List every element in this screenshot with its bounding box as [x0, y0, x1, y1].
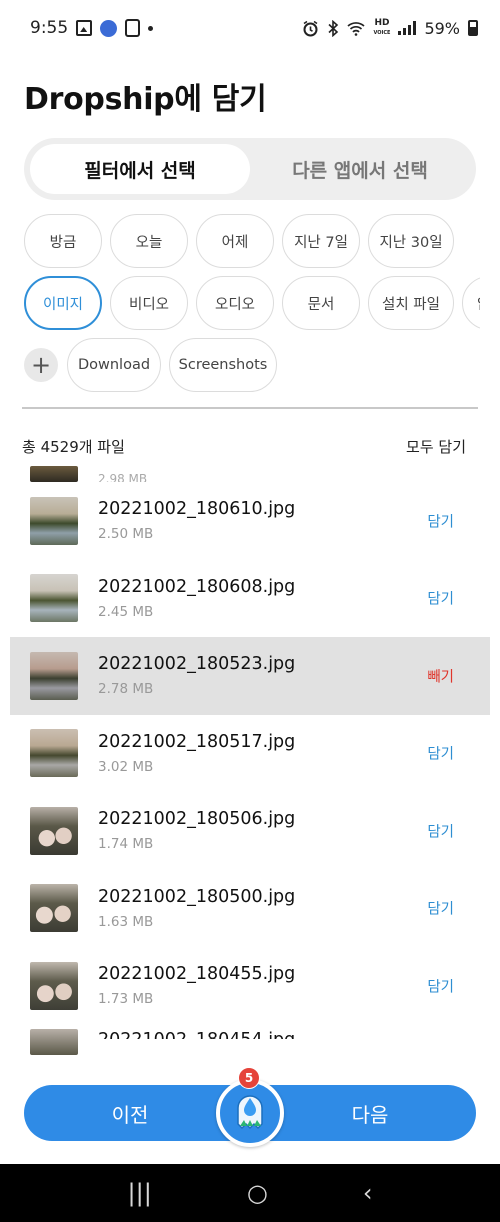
list-item[interactable]: 20221002_180610.jpg 2.50 MB 담기: [10, 482, 490, 560]
next-button[interactable]: 다음: [290, 1085, 450, 1141]
battery-percent: 59%: [424, 18, 460, 38]
thumbnail: [30, 806, 78, 855]
file-size: 1.63 MB: [98, 913, 154, 930]
chip-just-now[interactable]: 방금: [24, 214, 102, 268]
list-item-selected[interactable]: 20221002_180523.jpg 2.78 MB 빼기: [10, 637, 490, 715]
list-item[interactable]: 20221002_180506.jpg 1.74 MB 담기: [10, 792, 490, 870]
thumbnail: [30, 466, 78, 482]
back-icon[interactable]: ‹: [363, 1179, 373, 1207]
file-size: 2.78 MB: [98, 681, 154, 698]
chip-document[interactable]: 문서: [282, 276, 360, 330]
file-size: 2.45 MB: [98, 603, 154, 620]
file-count-summary: 총 4529개 파일: [22, 438, 125, 456]
add-button[interactable]: 담기: [427, 820, 454, 841]
basket-button[interactable]: [216, 1079, 284, 1147]
bluetooth-icon: [328, 19, 339, 37]
file-size: 1.73 MB: [98, 991, 154, 1008]
system-navigation-bar: ||| ○ ‹: [0, 1164, 500, 1222]
app-notification-icon: [100, 19, 118, 37]
file-name: 20221002_180610.jpg: [98, 499, 296, 520]
add-button[interactable]: 담기: [427, 743, 454, 764]
list-item[interactable]: 20221002_180608.jpg 2.45 MB 담기: [10, 560, 490, 638]
thumbnail: [30, 651, 78, 700]
thumbnail: [30, 884, 78, 933]
list-item[interactable]: 20221002_180500.jpg 1.63 MB 담기: [10, 870, 490, 948]
type-filter-row: 이미지 비디오 오디오 문서 설치 파일 압: [24, 276, 480, 330]
signal-icon: [398, 21, 417, 35]
home-icon[interactable]: ○: [247, 1179, 268, 1207]
thumbnail: [30, 729, 78, 778]
tab-filter-select[interactable]: 필터에서 선택: [30, 144, 250, 194]
chip-audio[interactable]: 오디오: [196, 276, 274, 330]
list-item[interactable]: 20221002_180455.jpg 1.73 MB 담기: [10, 947, 490, 1025]
thumbnail: [30, 961, 78, 1010]
source-segmented-control: 필터에서 선택 다른 앱에서 선택: [24, 138, 476, 200]
prev-button[interactable]: 이전: [50, 1085, 210, 1141]
file-name: 20221002_180517.jpg: [98, 731, 296, 752]
file-name: 20221002_180506.jpg: [98, 809, 296, 830]
recents-icon[interactable]: |||: [128, 1179, 152, 1207]
basket-count-badge: 5: [238, 1067, 260, 1089]
file-size: 1.74 MB: [98, 836, 154, 853]
voice-label: VOICE: [373, 29, 391, 36]
page-title: Dropship에 담기: [24, 82, 267, 117]
list-item-partial-top[interactable]: 2.98 MB: [10, 466, 490, 482]
thumbnail: [30, 496, 78, 545]
chip-archive[interactable]: 압: [462, 276, 480, 330]
chip-screenshots[interactable]: Screenshots: [169, 338, 277, 392]
more-notifications-dot-icon: [148, 25, 154, 31]
tab-other-app-select[interactable]: 다른 앱에서 선택: [250, 144, 470, 194]
clipboard-notification-icon: [125, 19, 141, 37]
chip-image[interactable]: 이미지: [24, 276, 102, 330]
chip-yesterday[interactable]: 어제: [196, 214, 274, 268]
chip-video[interactable]: 비디오: [110, 276, 188, 330]
folder-filter-row: + Download Screenshots: [24, 338, 277, 392]
alarm-icon: [303, 20, 318, 36]
file-name: 20221002_180500.jpg: [98, 886, 296, 907]
chip-last-7-days[interactable]: 지난 7일: [282, 214, 360, 268]
chip-download[interactable]: Download: [67, 338, 161, 392]
divider: [22, 407, 478, 409]
chip-last-30-days[interactable]: 지난 30일: [368, 214, 454, 268]
chip-install-file[interactable]: 설치 파일: [368, 276, 454, 330]
status-time: 9:55: [30, 18, 69, 38]
time-filter-row: 방금 오늘 어제 지난 7일 지난 30일: [24, 214, 454, 268]
hd-voice-icon: HD VOICE: [373, 17, 391, 38]
status-bar: 9:55 HD VOICE 59%: [0, 0, 500, 56]
thumbnail: [30, 574, 78, 623]
file-size: 3.02 MB: [98, 758, 154, 775]
partial-top-size: 2.98 MB: [98, 474, 148, 482]
gallery-notification-icon: [76, 20, 93, 36]
add-button[interactable]: 담기: [427, 975, 454, 996]
add-all-button[interactable]: 모두 담기: [406, 436, 466, 457]
file-name: 20221002_180455.jpg: [98, 964, 296, 985]
thumbnail: [30, 1028, 78, 1055]
add-button[interactable]: 담기: [427, 898, 454, 919]
add-button[interactable]: 담기: [427, 510, 454, 531]
partial-file-name: 20221002_180454.jpg: [98, 1029, 295, 1039]
add-filter-button[interactable]: +: [24, 348, 58, 382]
remove-button[interactable]: 빼기: [427, 665, 454, 686]
add-button[interactable]: 담기: [427, 588, 454, 609]
file-name: 20221002_180523.jpg: [98, 654, 296, 675]
file-list[interactable]: 2.98 MB 20221002_180610.jpg 2.50 MB 담기 2…: [10, 466, 490, 1062]
list-item-partial-bottom[interactable]: 20221002_180454.jpg: [10, 1025, 490, 1055]
chip-today[interactable]: 오늘: [110, 214, 188, 268]
file-name: 20221002_180608.jpg: [98, 576, 296, 597]
battery-icon: [468, 20, 478, 36]
hd-label: HD: [374, 17, 390, 28]
wifi-icon: [347, 21, 366, 36]
file-size: 2.50 MB: [98, 526, 154, 543]
list-item[interactable]: 20221002_180517.jpg 3.02 MB 담기: [10, 715, 490, 793]
dropship-basket-icon: [237, 1095, 263, 1130]
